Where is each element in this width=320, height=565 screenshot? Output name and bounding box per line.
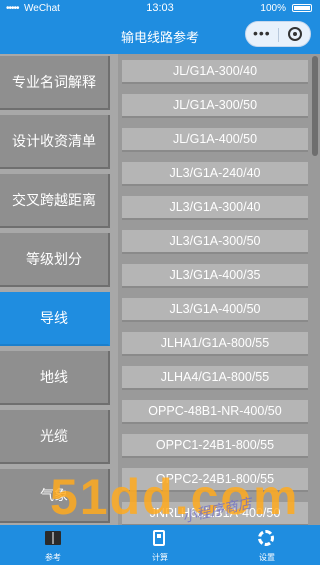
- gear-icon: [258, 530, 274, 546]
- tab-bar: 参考 计算 设置: [0, 525, 320, 565]
- tab-settings[interactable]: 设置: [214, 525, 320, 565]
- list-item[interactable]: JL3/G1A-300/50: [122, 230, 308, 254]
- list-item[interactable]: JNRLH60/LB1A-400/50: [122, 502, 308, 525]
- sidebar-item-meteorology[interactable]: 气象: [0, 469, 110, 523]
- battery-icon: [292, 4, 312, 12]
- calculator-icon: [153, 530, 165, 546]
- list-item[interactable]: JL3/G1A-400/35: [122, 264, 308, 288]
- sidebar-item-optical-cable[interactable]: 光缆: [0, 410, 110, 464]
- list-item[interactable]: JL3/G1A-300/40: [122, 196, 308, 220]
- nav-bar: 输电线路参考 •••: [0, 16, 320, 54]
- tab-reference-label: 参考: [45, 553, 61, 562]
- list-item[interactable]: JLHA4/G1A-800/55: [122, 366, 308, 390]
- list-item[interactable]: JLHA1/G1A-800/55: [122, 332, 308, 356]
- list-scrollbar[interactable]: [312, 56, 318, 156]
- category-sidebar: 专业名词解释 设计收资清单 交叉跨越距离 等级划分 导线 地线 光缆 气象: [0, 54, 118, 525]
- list-item[interactable]: JL/G1A-400/50: [122, 128, 308, 152]
- status-bar: ••••• WeChat 13:03 100%: [0, 0, 320, 16]
- tab-reference[interactable]: 参考: [0, 525, 106, 565]
- conductor-list[interactable]: JL/G1A-300/40 JL/G1A-300/50 JL/G1A-400/5…: [118, 54, 320, 525]
- tab-calculate[interactable]: 计算: [107, 525, 213, 565]
- tab-settings-label: 设置: [259, 553, 275, 562]
- sidebar-item-ground-wire[interactable]: 地线: [0, 351, 110, 405]
- list-item[interactable]: OPPC-48B1-NR-400/50: [122, 400, 308, 424]
- list-item[interactable]: OPPC2-24B1-800/55: [122, 468, 308, 492]
- book-icon: [45, 531, 61, 545]
- battery-percent: 100%: [260, 3, 286, 14]
- list-item[interactable]: JL/G1A-300/40: [122, 60, 308, 84]
- sidebar-item-terminology[interactable]: 专业名词解释: [0, 56, 110, 110]
- list-item[interactable]: JL3/G1A-240/40: [122, 162, 308, 186]
- close-target-icon[interactable]: [288, 27, 302, 41]
- list-item[interactable]: JL3/G1A-400/50: [122, 298, 308, 322]
- list-item[interactable]: JL/G1A-300/50: [122, 94, 308, 118]
- tab-calculate-label: 计算: [152, 553, 168, 562]
- list-item[interactable]: OPPC1-24B1-800/55: [122, 434, 308, 458]
- sidebar-item-design-checklist[interactable]: 设计收资清单: [0, 115, 110, 169]
- capsule-divider: [278, 28, 279, 42]
- sidebar-item-conductor[interactable]: 导线: [0, 292, 110, 346]
- sidebar-item-grade-classification[interactable]: 等级划分: [0, 233, 110, 287]
- sidebar-item-crossing-distance[interactable]: 交叉跨越距离: [0, 174, 110, 228]
- mini-program-capsule: •••: [245, 21, 311, 47]
- more-menu-icon[interactable]: •••: [253, 25, 271, 41]
